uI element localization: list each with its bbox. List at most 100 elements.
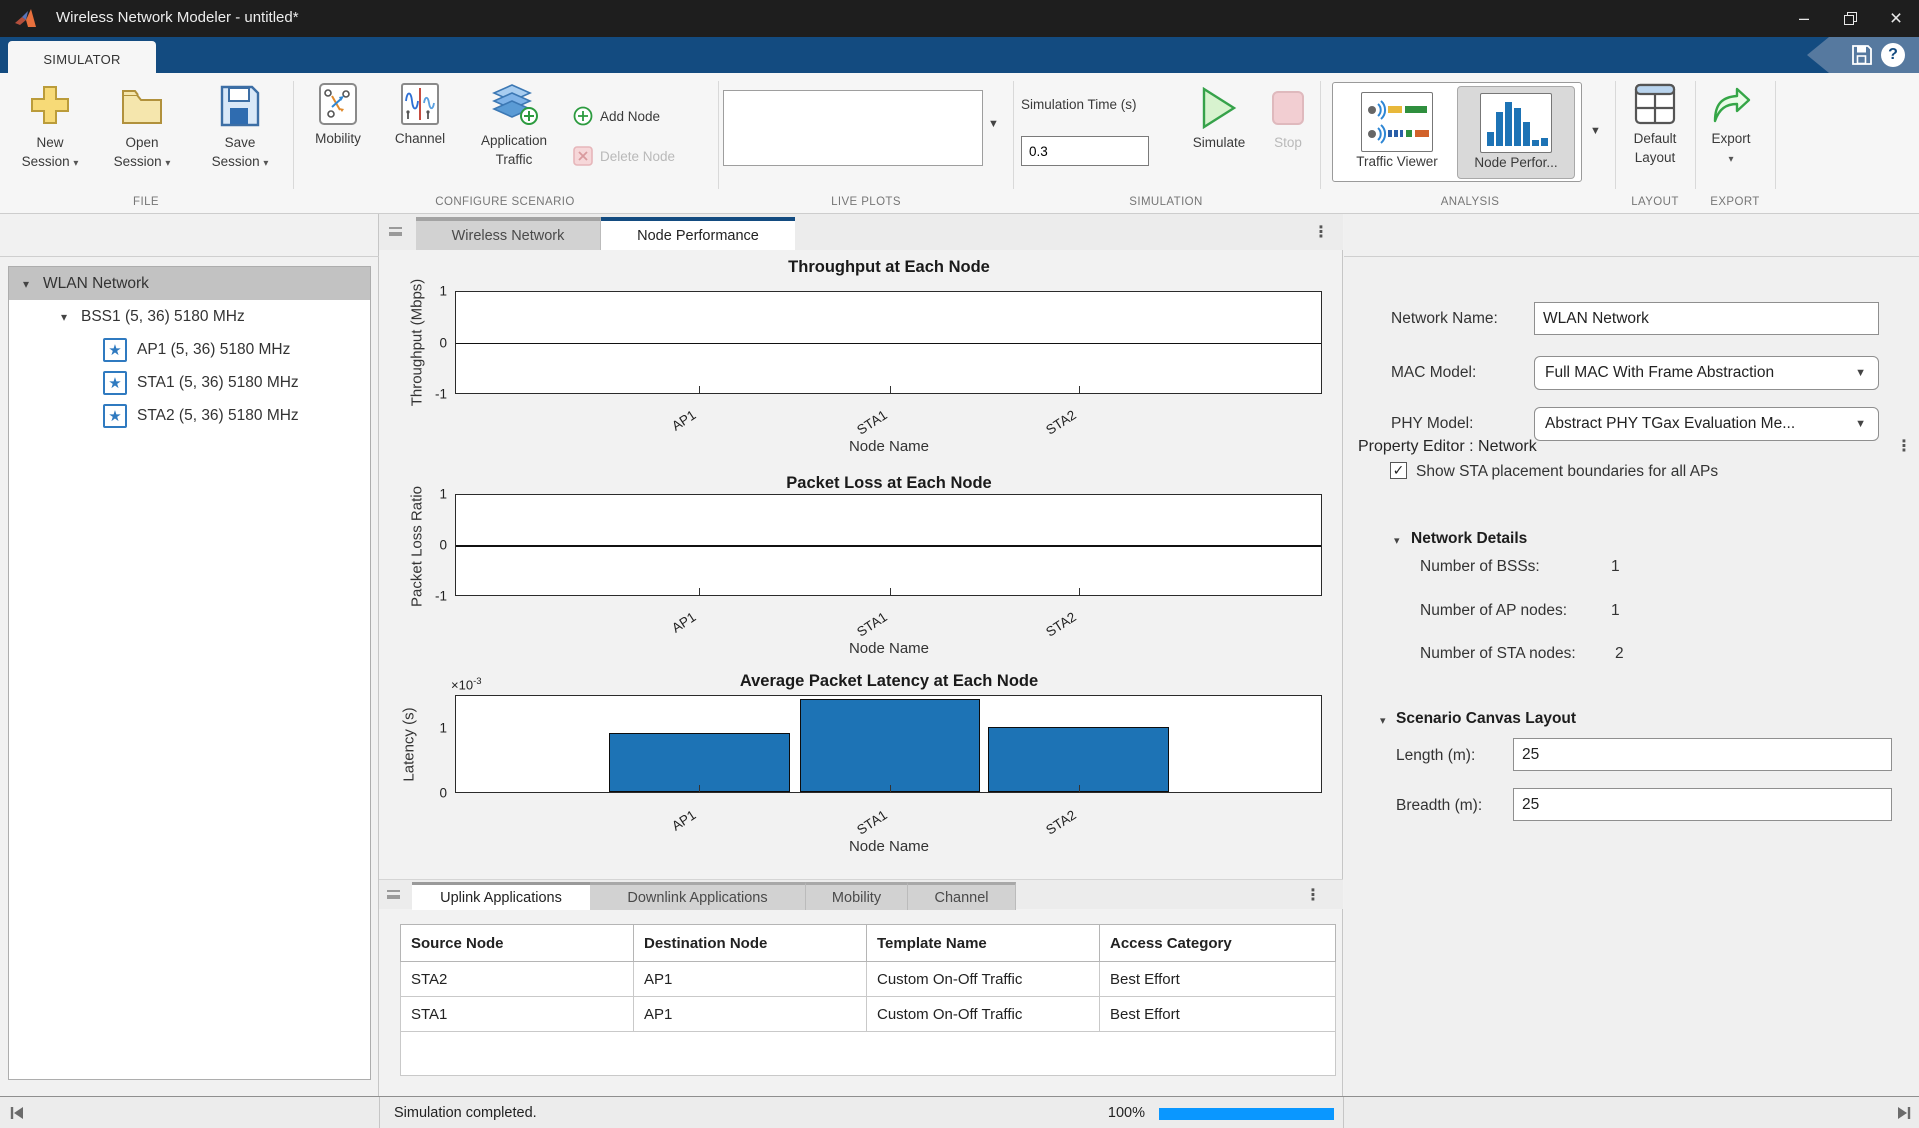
mac-model-dropdown[interactable]: Full MAC With Frame Abstraction ▼: [1534, 356, 1879, 390]
column-header: Source Node: [401, 925, 634, 962]
minimize-button[interactable]: –: [1781, 0, 1827, 37]
cell: Best Effort: [1100, 997, 1336, 1032]
bar-sta2: [988, 727, 1169, 792]
traffic-viewer-button[interactable]: Traffic Viewer: [1339, 86, 1455, 179]
table-row[interactable]: STA1 AP1 Custom On-Off Traffic Best Effo…: [401, 997, 1336, 1032]
help-icon[interactable]: ?: [1881, 43, 1905, 67]
application-traffic-icon: [490, 83, 538, 127]
add-node-button[interactable]: Add Node: [573, 106, 660, 126]
simulate-play-icon: [1201, 87, 1237, 129]
stop-button[interactable]: Stop: [1262, 87, 1314, 152]
scenario-canvas-header[interactable]: Scenario Canvas Layout: [1396, 710, 1576, 728]
dropdown-caret-icon: ▼: [1855, 367, 1866, 379]
progress-bar: [1159, 1108, 1334, 1120]
canvas-menu-icon[interactable]: ⋮: [1313, 222, 1329, 242]
export-button[interactable]: Export ▾: [1697, 83, 1765, 169]
live-plots-listbox[interactable]: [723, 90, 983, 166]
detail-label: Number of AP nodes:: [1420, 602, 1567, 620]
cell: Custom On-Off Traffic: [867, 962, 1100, 997]
column-header: Destination Node: [634, 925, 867, 962]
document-tab-row: Wireless Network Node Performance ⋮: [379, 214, 1343, 250]
network-name-input[interactable]: [1534, 302, 1879, 335]
simulation-time-input[interactable]: [1021, 136, 1149, 166]
tab-node-performance[interactable]: Node Performance: [601, 217, 795, 250]
restore-button[interactable]: [1827, 0, 1873, 37]
expand-caret-icon[interactable]: ▾: [23, 277, 29, 291]
cell: STA1: [401, 997, 634, 1032]
open-session-caret-icon: ▾: [165, 158, 170, 169]
application-traffic-button[interactable]: Application Traffic: [468, 83, 560, 169]
collapse-left-panel-icon[interactable]: [8, 1104, 26, 1122]
live-plots-caret-icon[interactable]: ▼: [988, 118, 999, 130]
scenario-canvas-caret-icon[interactable]: ▾: [1380, 714, 1386, 727]
length-input[interactable]: [1513, 738, 1892, 771]
panel-drag-handle[interactable]: [389, 227, 402, 236]
property-editor-panel: Property Editor : Network ⋮ Network Name…: [1344, 214, 1919, 1096]
mobility-icon: [319, 83, 357, 125]
analysis-gallery-caret-icon[interactable]: ▼: [1590, 125, 1601, 137]
expand-caret-icon[interactable]: ▾: [61, 310, 67, 324]
channel-button[interactable]: Channel: [385, 83, 455, 148]
section-label-file: FILE: [133, 196, 159, 208]
new-session-button[interactable]: New Session ▾: [14, 83, 86, 173]
node-performance-button[interactable]: Node Perfor...: [1457, 86, 1575, 179]
length-label: Length (m):: [1396, 747, 1475, 765]
tab-wireless-network[interactable]: Wireless Network: [416, 217, 601, 250]
application-table-menu-icon[interactable]: ⋮: [1305, 885, 1321, 905]
breadth-label: Breadth (m):: [1396, 797, 1482, 815]
x-axis-label: Node Name: [849, 438, 929, 455]
y-tick: 0: [407, 786, 447, 801]
default-layout-button[interactable]: Default Layout: [1619, 83, 1691, 167]
section-divider: [1615, 81, 1616, 189]
simulate-button[interactable]: Simulate: [1183, 87, 1255, 152]
restore-icon: [1844, 12, 1857, 25]
add-node-icon: [573, 106, 593, 126]
title-bar: Wireless Network Modeler - untitled* – ×: [0, 0, 1919, 37]
plot-area: [455, 494, 1322, 596]
x-tick: STA1: [854, 609, 890, 639]
tree-item-ap1[interactable]: ★ AP1 (5, 36) 5180 MHz: [9, 333, 370, 366]
cell: Custom On-Off Traffic: [867, 997, 1100, 1032]
section-divider: [1775, 81, 1776, 189]
open-session-folder-icon: [119, 83, 165, 129]
tree-item-sta2[interactable]: ★ STA2 (5, 36) 5180 MHz: [9, 399, 370, 432]
node-performance-icon: [1480, 93, 1552, 153]
sta-boundaries-checkbox[interactable]: ✓: [1390, 462, 1407, 479]
tab-simulator[interactable]: SIMULATOR: [8, 41, 156, 77]
network-details-header[interactable]: Network Details: [1411, 530, 1527, 548]
tab-downlink-applications[interactable]: Downlink Applications: [590, 882, 806, 910]
delete-node-button[interactable]: Delete Node: [573, 146, 675, 166]
plot-area: [455, 291, 1322, 394]
tree-item-bss1[interactable]: ▾ BSS1 (5, 36) 5180 MHz: [9, 300, 370, 333]
tab-mobility[interactable]: Mobility: [806, 882, 908, 910]
quick-save-icon[interactable]: [1851, 44, 1873, 66]
plot-area: [455, 695, 1322, 793]
detail-value: 2: [1615, 645, 1624, 663]
save-session-floppy-icon: [218, 83, 262, 129]
mobility-button[interactable]: Mobility: [303, 83, 373, 148]
open-session-button[interactable]: Open Session ▾: [105, 83, 179, 173]
x-axis-label: Node Name: [849, 640, 929, 657]
cell: Best Effort: [1100, 962, 1336, 997]
save-session-button[interactable]: Save Session ▾: [202, 83, 278, 173]
table-row[interactable]: STA2 AP1 Custom On-Off Traffic Best Effo…: [401, 962, 1336, 997]
close-button[interactable]: ×: [1873, 0, 1919, 37]
tab-uplink-applications[interactable]: Uplink Applications: [412, 882, 590, 910]
collapse-right-panel-icon[interactable]: [1895, 1104, 1913, 1122]
property-editor-menu-icon[interactable]: ⋮: [1896, 436, 1912, 456]
panel-drag-handle[interactable]: [387, 890, 400, 899]
tree-item-wlan-network[interactable]: ▾ WLAN Network: [9, 267, 370, 300]
mac-model-label: MAC Model:: [1391, 364, 1476, 382]
tree-item-sta1[interactable]: ★ STA1 (5, 36) 5180 MHz: [9, 366, 370, 399]
export-icon: [1710, 83, 1752, 125]
matlab-logo-icon: [14, 6, 40, 32]
axis-multiplier: ×10-3: [451, 676, 482, 692]
network-details-caret-icon[interactable]: ▾: [1394, 534, 1400, 547]
network-tree: ▾ WLAN Network ▾ BSS1 (5, 36) 5180 MHz ★…: [8, 266, 371, 1080]
phy-model-dropdown[interactable]: Abstract PHY TGax Evaluation Me... ▼: [1534, 407, 1879, 441]
tab-channel[interactable]: Channel: [908, 882, 1016, 910]
chart-title: Throughput at Each Node: [788, 258, 990, 277]
x-axis-label: Node Name: [849, 838, 929, 855]
y-tick: 0: [407, 336, 447, 351]
breadth-input[interactable]: [1513, 788, 1892, 821]
